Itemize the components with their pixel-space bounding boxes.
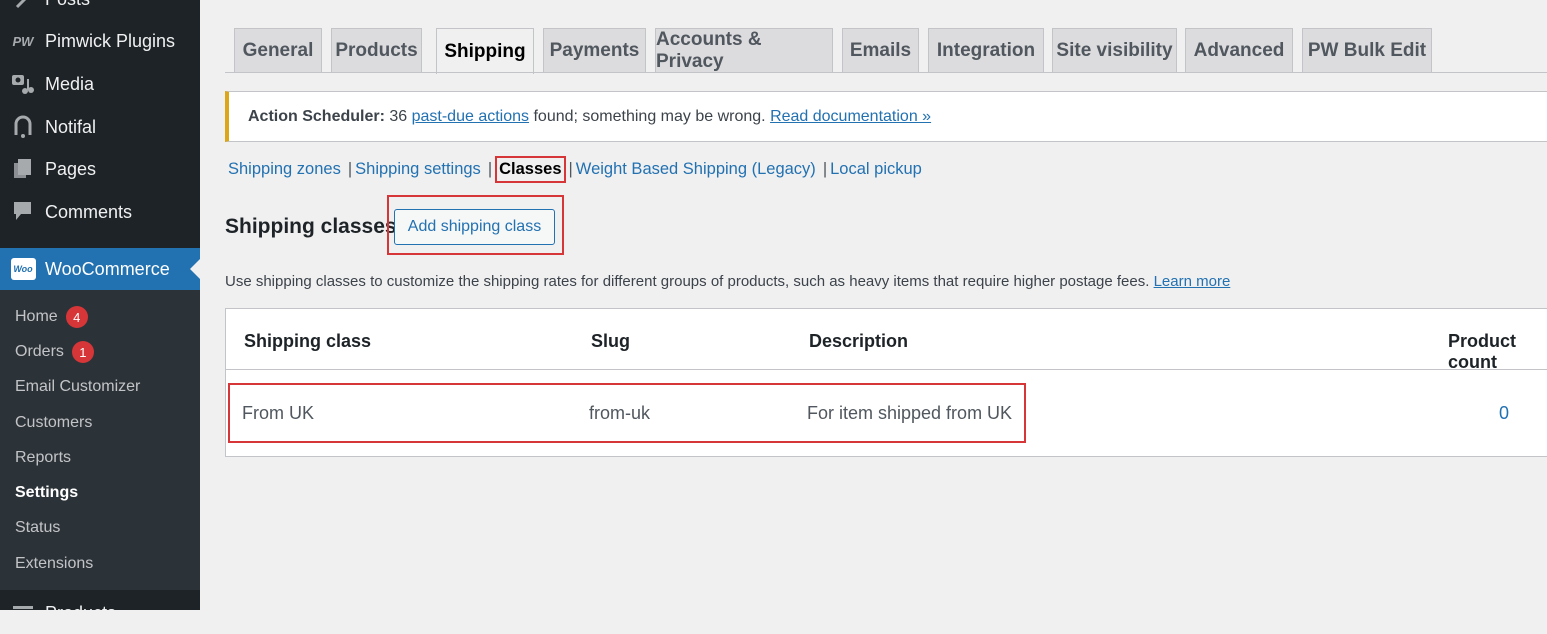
sidebar-item-label: Notifal xyxy=(45,116,97,137)
tabs-divider xyxy=(225,72,1547,73)
sidebar-item-label: Posts xyxy=(45,0,90,10)
tab-pw-bulk-edit[interactable]: PW Bulk Edit xyxy=(1302,28,1432,73)
pages-icon xyxy=(10,157,36,181)
submenu-extensions[interactable]: Extensions xyxy=(15,552,93,576)
sidebar-item-posts[interactable]: Posts xyxy=(0,0,200,20)
tab-integration[interactable]: Integration xyxy=(928,28,1044,73)
submenu-status[interactable]: Status xyxy=(15,516,60,540)
section-description: Use shipping classes to customize the sh… xyxy=(225,273,1230,290)
subnav-classes[interactable]: Classes xyxy=(495,155,566,183)
sidebar-item-pimwick-plugins[interactable]: PW Pimwick Plugins xyxy=(0,20,200,62)
submenu-customers[interactable]: Customers xyxy=(15,411,92,435)
sidebar-item-label: Pages xyxy=(45,158,97,179)
submenu-settings[interactable]: Settings xyxy=(15,481,78,505)
tab-advanced[interactable]: Advanced xyxy=(1185,28,1293,73)
past-due-actions-link[interactable]: past-due actions xyxy=(412,108,529,126)
tab-site-visibility[interactable]: Site visibility xyxy=(1052,28,1177,73)
sidebar-item-notifal[interactable]: Notifal xyxy=(0,106,200,148)
col-header-slug[interactable]: Slug xyxy=(591,331,630,352)
tab-general[interactable]: General xyxy=(234,28,322,73)
notice-count: 36 xyxy=(389,107,408,125)
comment-icon xyxy=(10,200,36,224)
products-icon xyxy=(10,601,36,625)
action-scheduler-notice: Action Scheduler: 36 past-due actions fo… xyxy=(225,91,1547,142)
sidebar-item-comments[interactable]: Comments xyxy=(0,191,200,233)
subnav-shipping-zones[interactable]: Shipping zones xyxy=(228,160,341,179)
woocommerce-submenu: Home 4 Orders 1 Email Customizer Custome… xyxy=(0,290,200,590)
submenu-label: Customers xyxy=(15,414,93,431)
tab-emails[interactable]: Emails xyxy=(842,28,919,73)
submenu-home[interactable]: Home 4 xyxy=(15,305,88,329)
subnav-local-pickup[interactable]: Local pickup xyxy=(830,160,922,179)
separator: | xyxy=(822,159,828,178)
submenu-reports[interactable]: Reports xyxy=(15,446,71,470)
woo-logo: Woo xyxy=(10,258,36,280)
submenu-label: Settings xyxy=(15,484,79,501)
col-header-shipping-class[interactable]: Shipping class xyxy=(244,331,371,352)
sidebar-item-label: Media xyxy=(45,73,95,94)
learn-more-link[interactable]: Learn more xyxy=(1154,273,1231,290)
sidebar-item-label: Products xyxy=(45,602,117,623)
add-shipping-class-button[interactable]: Add shipping class xyxy=(394,209,555,245)
subnav-shipping-settings[interactable]: Shipping settings xyxy=(355,160,481,179)
shipping-classes-table: Shipping class Slug Description Product … xyxy=(225,308,1547,457)
cell-shipping-class: From UK xyxy=(242,403,314,423)
sidebar-item-woocommerce[interactable]: Woo WooCommerce xyxy=(0,248,200,290)
sidebar-item-products[interactable]: Products xyxy=(0,592,200,634)
cell-description: For item shipped from UK xyxy=(807,403,1013,423)
sidebar-item-label: WooCommerce xyxy=(45,258,170,279)
sidebar-item-media[interactable]: Media xyxy=(0,63,200,105)
notice-text: found; something may be wrong. xyxy=(533,107,766,125)
notice-prefix: Action Scheduler: xyxy=(248,107,385,125)
media-icon xyxy=(10,72,36,96)
submenu-label: Status xyxy=(15,519,61,536)
submenu-orders[interactable]: Orders 1 xyxy=(15,340,94,364)
shipping-subnav: Shipping zones | Shipping settings | Cla… xyxy=(228,155,922,183)
read-documentation-link[interactable]: Read documentation » xyxy=(770,108,931,126)
col-header-description[interactable]: Description xyxy=(809,331,908,352)
woo-icon: Woo xyxy=(10,257,36,281)
tab-accounts-privacy[interactable]: Accounts & Privacy xyxy=(655,28,833,73)
bell-icon xyxy=(10,115,36,139)
description-text: Use shipping classes to customize the sh… xyxy=(225,273,1150,290)
separator: | xyxy=(568,159,573,178)
cell-product-count-link[interactable]: 0 xyxy=(1499,403,1509,424)
subnav-weight-based-shipping[interactable]: Weight Based Shipping (Legacy) xyxy=(576,160,816,179)
submenu-label: Reports xyxy=(15,449,72,466)
tab-products[interactable]: Products xyxy=(331,28,422,73)
pin-icon xyxy=(10,0,36,11)
sidebar-item-label: Comments xyxy=(45,201,133,222)
sidebar-item-label: Pimwick Plugins xyxy=(45,30,176,51)
separator: | xyxy=(347,159,353,178)
submenu-label: Extensions xyxy=(15,555,94,572)
submenu-email-customizer[interactable]: Email Customizer xyxy=(15,375,140,399)
submenu-label: Email Customizer xyxy=(15,378,141,395)
submenu-label: Home xyxy=(15,308,58,325)
submenu-label: Orders xyxy=(15,343,64,360)
tab-payments[interactable]: Payments xyxy=(543,28,646,73)
sidebar-item-pages[interactable]: Pages xyxy=(0,148,200,190)
pw-icon: PW xyxy=(12,33,34,49)
page-title: Shipping classes xyxy=(225,215,397,238)
tab-shipping[interactable]: Shipping xyxy=(436,28,534,74)
header-divider xyxy=(226,369,1547,370)
home-count-badge: 4 xyxy=(65,306,88,328)
cell-slug: from-uk xyxy=(589,403,651,423)
admin-sidebar: Posts PW Pimwick Plugins Media Notifal P… xyxy=(0,0,200,623)
orders-count-badge: 1 xyxy=(71,341,94,363)
col-header-product-count[interactable]: Product count xyxy=(1448,331,1547,373)
separator: | xyxy=(487,159,493,178)
